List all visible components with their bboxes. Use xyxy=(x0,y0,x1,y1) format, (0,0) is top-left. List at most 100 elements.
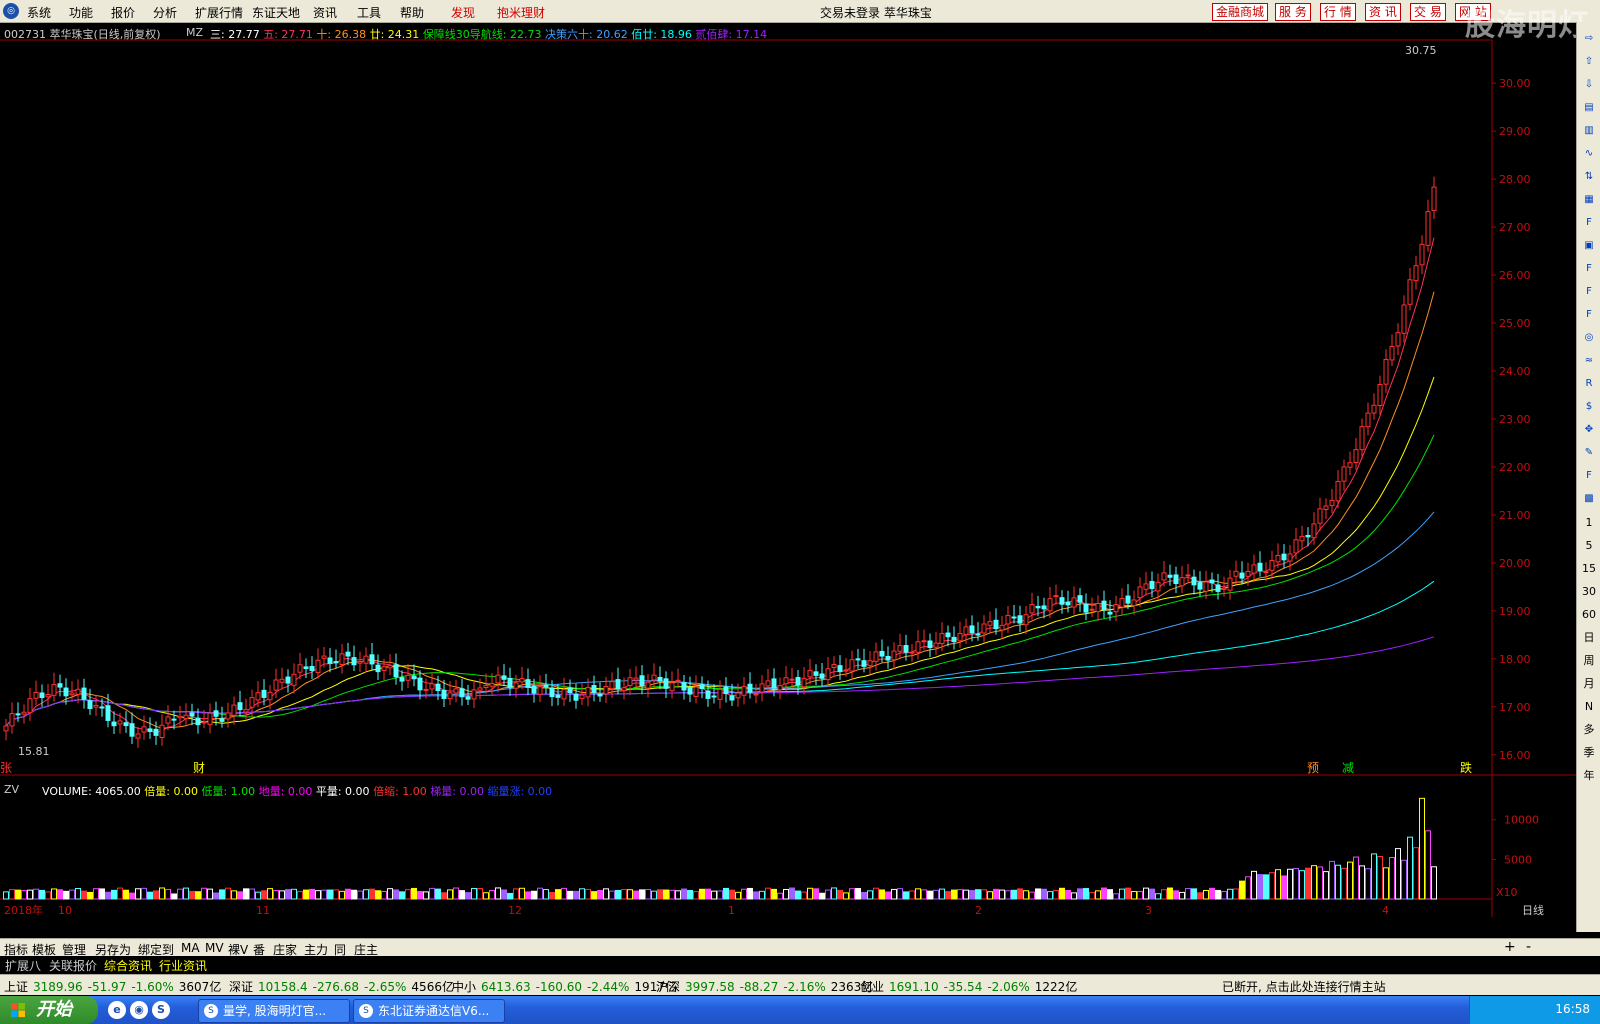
candle-body xyxy=(1401,304,1407,334)
period-1-button[interactable]: 1 xyxy=(1580,514,1598,532)
period-10-button[interactable]: 多 xyxy=(1580,721,1598,739)
volume-bar xyxy=(1209,887,1215,900)
compare-icon[interactable]: ⇅ xyxy=(1580,168,1598,186)
news-button[interactable]: 资 讯 xyxy=(1365,3,1401,21)
f2-icon[interactable]: F xyxy=(1580,283,1598,301)
period-8-button[interactable]: 月 xyxy=(1580,675,1598,693)
candle-body xyxy=(69,692,75,696)
candle-body xyxy=(345,651,351,657)
indicator-tab[interactable]: MV xyxy=(205,941,224,955)
menu-item-tools[interactable]: 工具 xyxy=(357,4,381,21)
indicator-tab[interactable]: MA xyxy=(181,941,200,955)
candle-body xyxy=(795,676,801,686)
finance-mall-button[interactable]: 金融商城 xyxy=(1212,3,1269,21)
index-cy[interactable]: 创业 1691.10 -35.54 -2.06% 1222亿 xyxy=(860,978,1082,995)
candle-body xyxy=(381,666,387,671)
f7-icon[interactable]: F xyxy=(1580,306,1598,324)
connection-status[interactable]: 已断开, 点击此处连接行情主站 xyxy=(1222,978,1386,995)
volume-bar xyxy=(933,889,939,900)
volume-indicator-name[interactable]: ZV xyxy=(4,783,19,796)
kline-chart-area[interactable]: 30.00 29.00 28.00 27.00 26.00 25.00 24.00 23.00… xyxy=(0,22,1576,932)
period-5-button[interactable]: 60 xyxy=(1580,606,1598,624)
volume-bar xyxy=(309,888,315,900)
period-12-button[interactable]: 年 xyxy=(1580,767,1598,785)
indicator-name[interactable]: MZ xyxy=(186,26,203,39)
volume-bar xyxy=(1257,874,1263,900)
volume-bar xyxy=(351,889,357,900)
menu-item-news[interactable]: 资讯 xyxy=(313,4,337,21)
menu-item-baomi[interactable]: 抱米理财 xyxy=(497,4,545,21)
menu-item-discover[interactable]: 发现 xyxy=(451,4,475,21)
candle-body xyxy=(93,705,99,708)
f-icon[interactable]: F xyxy=(1580,214,1598,232)
index-pct: -2.06% xyxy=(987,980,1030,994)
zoom-out-button[interactable]: - xyxy=(1526,939,1531,955)
page-icon[interactable]: ▣ xyxy=(1580,237,1598,255)
candle-body xyxy=(1161,572,1167,581)
period-11-button[interactable]: 季 xyxy=(1580,744,1598,762)
volume-bar xyxy=(1389,857,1395,900)
menu-item-system[interactable]: 系统 xyxy=(27,4,51,21)
service-button[interactable]: 服 务 xyxy=(1275,3,1311,21)
f5-icon[interactable]: F xyxy=(1580,467,1598,485)
start-button[interactable]: 开始 xyxy=(0,996,98,1024)
info-tab[interactable]: 扩展八 xyxy=(2,957,44,974)
index-zx[interactable]: 中小 6413.63 -160.60 -2.44% 1917亿 xyxy=(452,978,682,995)
candle-body xyxy=(189,712,195,717)
menu-item-help[interactable]: 帮助 xyxy=(400,4,424,21)
bar-chart-icon[interactable]: ▥ xyxy=(1580,122,1598,140)
app-logo-icon[interactable]: ◎ xyxy=(3,3,19,19)
market-button[interactable]: 行 情 xyxy=(1320,3,1356,21)
candle-body xyxy=(1011,616,1017,619)
candle-body xyxy=(1293,539,1299,554)
arrow-down-icon[interactable]: ⇩ xyxy=(1580,76,1598,94)
index-hs[interactable]: 沪深 3997.58 -88.27 -2.16% 2363亿 xyxy=(656,978,878,995)
candle-body xyxy=(429,683,435,690)
menu-item-ext-market[interactable]: 扩展行情 xyxy=(195,4,243,21)
menu-item-analysis[interactable]: 分析 xyxy=(153,4,177,21)
circle-icon[interactable]: ◎ xyxy=(1580,329,1598,347)
candle-body xyxy=(513,682,519,689)
move-icon[interactable]: ✥ xyxy=(1580,421,1598,439)
table-icon[interactable]: ▦ xyxy=(1580,191,1598,209)
volume-bar xyxy=(1281,875,1287,900)
zoom-in-button[interactable]: + xyxy=(1504,939,1516,955)
candle-body xyxy=(1317,508,1323,524)
candle-body xyxy=(1269,559,1275,571)
volume-legend-item: 平量: 0.00 xyxy=(315,785,374,798)
info-tab[interactable]: 关联报价 xyxy=(46,957,100,974)
rsi-icon[interactable]: R xyxy=(1580,375,1598,393)
task-gubhai[interactable]: S 量学, 股海明灯官... xyxy=(198,999,350,1023)
kline-icon[interactable]: ▤ xyxy=(1580,99,1598,117)
picture-icon[interactable]: ▩ xyxy=(1580,490,1598,508)
period-6-button[interactable]: 日 xyxy=(1580,629,1598,647)
trend-icon[interactable]: ∿ xyxy=(1580,145,1598,163)
tdx-quick-icon[interactable]: S xyxy=(152,1001,170,1019)
chart-icon[interactable]: ≈ xyxy=(1580,352,1598,370)
period-3-button[interactable]: 15 xyxy=(1580,560,1598,578)
media-icon[interactable]: ◉ xyxy=(130,1001,148,1019)
candle-body xyxy=(477,687,483,691)
period-7-button[interactable]: 周 xyxy=(1580,652,1598,670)
pen-icon[interactable]: ✎ xyxy=(1580,444,1598,462)
stock-icon[interactable]: $ xyxy=(1580,398,1598,416)
info-tab[interactable]: 行业资讯 xyxy=(156,957,210,974)
task-tdx[interactable]: S 东北证券通达信V6... xyxy=(353,999,505,1023)
period-4-button[interactable]: 30 xyxy=(1580,583,1598,601)
index-sh[interactable]: 上证 3189.96 -51.97 -1.60% 3607亿 xyxy=(4,978,226,995)
ie-icon[interactable]: e xyxy=(108,1001,126,1019)
volume-bar xyxy=(1125,887,1131,900)
period-2-button[interactable]: 5 xyxy=(1580,537,1598,555)
info-tab[interactable]: 综合资讯 xyxy=(101,957,155,974)
candle-body xyxy=(1419,243,1425,266)
trade-button[interactable]: 交 易 xyxy=(1410,3,1446,21)
ma-legend: 三: 27.77 五: 27.71 十: 26.38 廿: 24.31 保障线3… xyxy=(210,26,767,42)
index-sz[interactable]: 深证 10158.4 -276.68 -2.65% 4566亿 xyxy=(229,978,459,995)
menu-item-quote[interactable]: 报价 xyxy=(111,4,135,21)
period-9-button[interactable]: N xyxy=(1580,698,1598,716)
menu-item-dongzheng[interactable]: 东证天地 xyxy=(252,4,300,21)
menu-item-function[interactable]: 功能 xyxy=(69,4,93,21)
f10-icon[interactable]: F xyxy=(1580,260,1598,278)
arrow-up-icon[interactable]: ⇧ xyxy=(1580,53,1598,71)
arrow-right-icon[interactable]: ⇨ xyxy=(1580,30,1598,48)
